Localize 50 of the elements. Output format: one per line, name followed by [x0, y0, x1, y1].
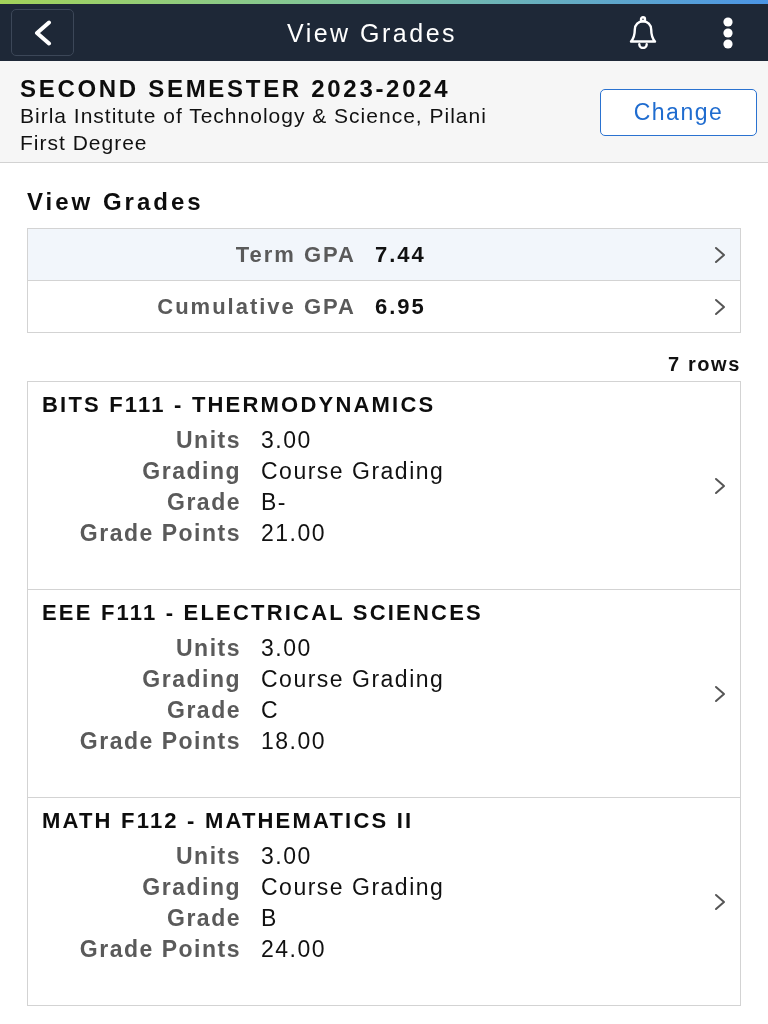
gpa-label: Term GPA: [234, 241, 356, 268]
field-value: 18.00: [261, 726, 327, 755]
field-label: Grade: [167, 903, 241, 932]
field-value: 3.00: [261, 841, 312, 870]
chevron-right-icon: [714, 892, 726, 911]
field-value: Course Grading: [261, 664, 445, 693]
field-value: Course Grading: [261, 456, 445, 485]
page-title: View Grades: [286, 17, 458, 48]
gpa-value: 6.95: [375, 293, 426, 320]
back-button[interactable]: [11, 9, 74, 56]
field-label: Units: [176, 425, 241, 454]
field-label: Grading: [142, 664, 241, 693]
row-count: 7 rows: [668, 352, 741, 376]
field-value: B: [261, 903, 278, 932]
chevron-right-icon: [714, 245, 726, 264]
course-title: EEE F111 - ELECTRICAL SCIENCES: [42, 601, 483, 625]
field-value: 24.00: [261, 934, 327, 963]
field-value: C: [261, 695, 280, 724]
field-value: 3.00: [261, 425, 312, 454]
field-label: Grade: [167, 695, 241, 724]
course-card[interactable]: BITS F111 - THERMODYNAMICS Units 3.00 Grading Course Grading Grade B- Grade Points 21.00: [27, 381, 741, 589]
course-card[interactable]: EEE F111 - ELECTRICAL SCIENCES Units 3.00 Grading Course Grading Grade C Grade Points 18.00: [27, 589, 741, 797]
course-title: BITS F111 - THERMODYNAMICS: [42, 393, 436, 417]
field-label: Grade: [167, 487, 241, 516]
gpa-value: 7.44: [375, 241, 426, 268]
field-value: Course Grading: [261, 872, 445, 901]
chevron-left-icon: [32, 19, 53, 46]
kebab-menu-icon[interactable]: [723, 16, 733, 49]
degree-name: First Degree: [20, 130, 148, 156]
chevron-right-icon: [714, 297, 726, 316]
institution-name: Birla Institute of Technology & Science, Pilani: [20, 103, 487, 129]
field-label: Grade Points: [79, 518, 241, 547]
change-button[interactable]: Change: [600, 89, 757, 136]
field-label: Grading: [142, 456, 241, 485]
field-value: B-: [261, 487, 287, 516]
course-card[interactable]: MATH F112 - MATHEMATICS II Units 3.00 Grading Course Grading Grade B Grade Points 24.00: [27, 797, 741, 1006]
field-value: 21.00: [261, 518, 327, 547]
gpa-row[interactable]: Term GPA 7.44: [28, 229, 740, 280]
section-heading: View Grades: [27, 189, 204, 215]
field-value: 3.00: [261, 633, 312, 662]
gpa-label: Cumulative GPA: [156, 293, 356, 320]
chevron-right-icon: [714, 476, 726, 495]
course-title: MATH F112 - MATHEMATICS II: [42, 809, 414, 833]
field-label: Units: [176, 841, 241, 870]
field-label: Grading: [142, 872, 241, 901]
term-title: SECOND SEMESTER 2023-2024: [20, 75, 451, 102]
chevron-right-icon: [714, 684, 726, 703]
field-label: Units: [176, 633, 241, 662]
field-label: Grade Points: [79, 726, 241, 755]
field-label: Grade Points: [79, 934, 241, 963]
